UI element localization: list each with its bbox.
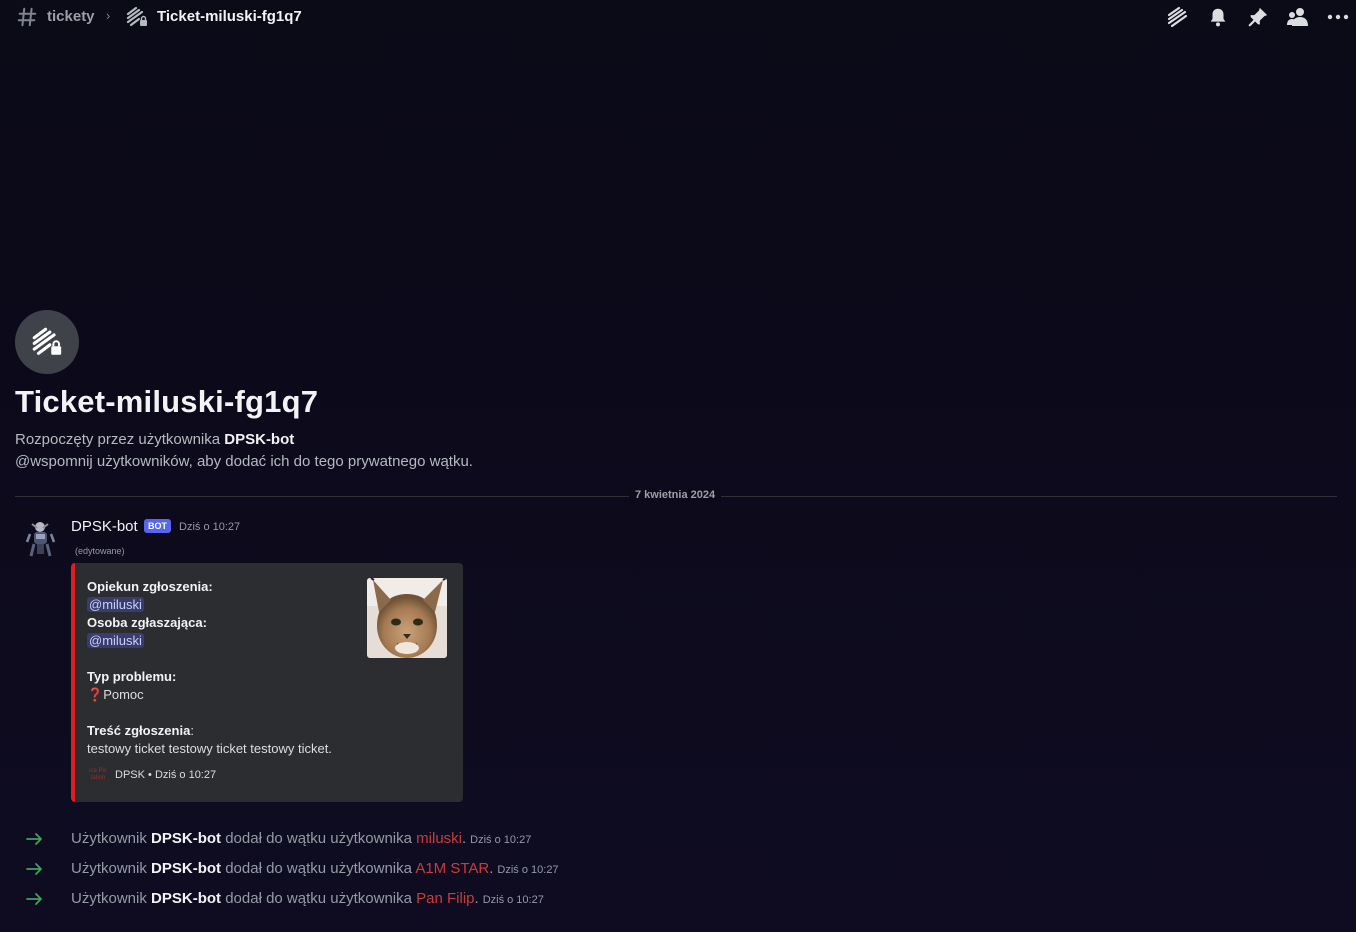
chevron-right-icon: › [106,8,111,23]
sys-timestamp[interactable]: Dziś o 10:27 [483,894,544,906]
field-osoba-label: Osoba zgłaszająca: [87,615,207,630]
started-by-user[interactable]: DPSK-bot [224,431,294,448]
sys-suffix: . [489,860,494,877]
field-typ-label: Typ problemu: [87,669,177,684]
arrow-right-icon [26,890,44,908]
embed-footer-name: DPSK [115,769,145,781]
member-list-button[interactable] [1286,5,1310,29]
sys-suffix: . [474,890,479,907]
started-by-prefix: Rozpoczęty przez użytkownika [15,431,221,448]
system-message: Użytkownik DPSK-bot dodał do wątku użytk… [0,828,1356,850]
embed-footer-icon: ica Pic tation [89,768,107,781]
threads-button[interactable] [1166,5,1190,29]
pin-icon [1248,7,1268,27]
sys-actor[interactable]: DPSK-bot [151,860,221,877]
user-mention[interactable]: @miluski [87,597,144,612]
thread-started-by: Rozpoczęty przez użytkownika DPSK-bot [15,431,294,448]
edited-label: (edytowane) [75,546,125,556]
field-tresc-value: testowy ticket testowy ticket testowy ti… [87,741,332,756]
pinned-messages-button[interactable] [1246,5,1270,29]
arrow-right-icon [26,860,44,878]
system-message-text: Użytkownik DPSK-bot dodał do wątku użytk… [71,890,544,907]
bell-icon [1210,8,1226,27]
sys-middle: dodał do wątku użytkownika [225,830,412,847]
hash-channel-icon [16,6,38,28]
sys-middle: dodał do wątku użytkownika [225,890,412,907]
thread-intro-icon [15,310,79,374]
sys-timestamp[interactable]: Dziś o 10:27 [470,834,531,846]
sys-actor[interactable]: DPSK-bot [151,890,221,907]
breadcrumb-thread: Ticket-miluski-fg1q7 [157,8,302,25]
field-osoba-value: @miluski [87,633,144,648]
message-timestamp[interactable]: Dziś o 10:27 [179,521,240,533]
sys-prefix: Użytkownik [71,860,147,877]
bot-badge: BOT [144,519,171,533]
members-icon [1287,8,1308,26]
sys-prefix: Użytkownik [71,830,147,847]
field-typ-text: Pomoc [103,687,144,702]
sys-target[interactable]: A1M STAR [415,860,489,877]
sys-actor[interactable]: DPSK-bot [151,830,221,847]
date-divider-label: 7 kwietnia 2024 [629,489,722,501]
embed-thumbnail[interactable] [367,578,447,658]
sys-prefix: Użytkownik [71,890,147,907]
threads-icon [1167,6,1188,28]
sys-target[interactable]: miluski [416,830,462,847]
embed-footer: DPSK • Dziś o 10:27 [115,769,216,781]
more-options-button[interactable] [1326,5,1350,29]
sys-timestamp[interactable]: Dziś o 10:27 [497,864,558,876]
thread-title: Ticket-miluski-fg1q7 [15,384,319,419]
question-mark-emoji-icon: ❓ [87,687,104,702]
field-typ-value: ❓Pomoc [87,687,144,703]
user-mention[interactable]: @miluski [87,633,144,648]
field-tresc-label: Treść zgłoszenia: [87,723,194,738]
arrow-right-icon [26,830,44,848]
breadcrumb-channel[interactable]: tickety [47,8,95,25]
field-tresc-colon: : [190,723,194,738]
system-message-text: Użytkownik DPSK-bot dodał do wątku użytk… [71,860,559,877]
system-message: Użytkownik DPSK-bot dodał do wątku użytk… [0,858,1356,880]
embed-footer-time: Dziś o 10:27 [154,769,217,781]
field-tresc-label-text: Treść zgłoszenia [87,723,191,738]
avatar[interactable] [25,520,57,558]
sys-suffix: . [462,830,467,847]
ticket-embed: Opiekun zgłoszenia: @miluski Osoba zgłas… [71,563,463,802]
thread-icon [125,5,149,29]
field-opiekun-value: @miluski [87,597,144,612]
sys-middle: dodał do wątku użytkownika [225,860,412,877]
sys-target[interactable]: Pan Filip [416,890,474,907]
header-toolbar [1166,5,1350,29]
field-opiekun-label: Opiekun zgłoszenia: [87,579,213,594]
embed-footer-separator: • [148,769,152,781]
system-message-text: Użytkownik DPSK-bot dodał do wątku użytk… [71,830,531,847]
channel-header: tickety › Ticket-miluski-fg1q7 [0,0,1356,34]
message-author[interactable]: DPSK-bot [71,518,138,535]
thread-mention-hint: @wspomnij użytkowników, aby dodać ich do… [15,453,473,470]
system-message: Użytkownik DPSK-bot dodał do wątku użytk… [0,888,1356,910]
notifications-button[interactable] [1206,5,1230,29]
thread-icon [32,327,62,355]
more-icon [1327,14,1349,20]
